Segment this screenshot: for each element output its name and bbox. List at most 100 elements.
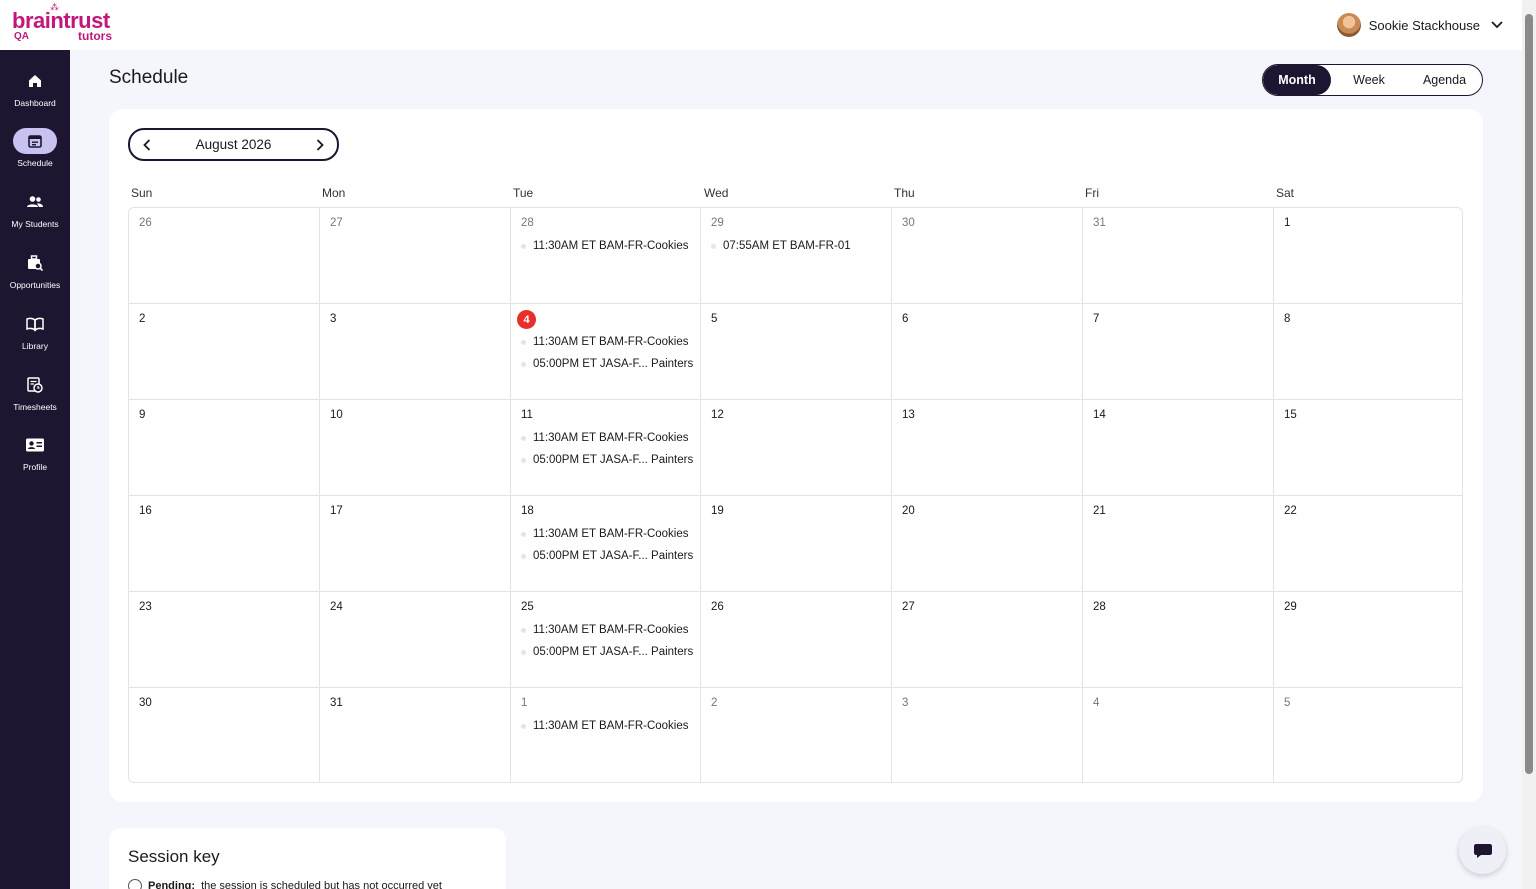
users-icon [13,189,57,215]
day-cell[interactable]: 24 [320,592,511,688]
event-dot-icon [521,723,526,729]
scrollbar[interactable] [1522,0,1536,889]
sidebar-item-my-students[interactable]: My Students [0,189,70,241]
day-number: 2 [139,313,146,325]
day-number: 2 [711,697,718,709]
day-cell[interactable]: 31 [320,688,511,782]
event-dot-icon [521,339,526,345]
calendar-event[interactable]: 11:30AM ET BAM-FR-Cookies [521,240,689,252]
day-cell[interactable]: 3 [892,688,1083,782]
day-number: 14 [1093,409,1106,421]
day-cell[interactable]: 25 11:30AM ET BAM-FR-Cookies 05:00PM ET JA… [511,592,701,688]
day-cell[interactable]: 14 [1083,400,1274,496]
day-cell[interactable]: 2 [701,688,892,782]
braintrust-logo[interactable]: ⁂ braintrust QA tutors [12,2,122,44]
page-title: Schedule [109,67,189,88]
day-number: 16 [139,505,152,517]
day-cell[interactable]: 31 [1083,208,1274,304]
day-cell[interactable]: 6 [892,304,1083,400]
calendar-event[interactable]: 05:00PM ET JASA-F... Painters [521,454,693,466]
day-number: 31 [330,697,343,709]
calendar-grid: 26 27 28 11:30AM ET BAM-FR-Cookies 29 07:55AM… [128,207,1463,783]
day-number: 18 [521,505,534,517]
day-number: 1 [521,697,528,709]
day-cell[interactable]: 5 [701,304,892,400]
session-key-label: Pending: [148,880,196,889]
day-cell[interactable]: 29 07:55AM ET BAM-FR-01 [701,208,892,304]
calendar-event[interactable]: 05:00PM ET JASA-F... Painters [521,646,693,658]
day-cell[interactable]: 26 [701,592,892,688]
day-cell[interactable]: 28 11:30AM ET BAM-FR-Cookies [511,208,701,304]
day-cell[interactable]: 12 [701,400,892,496]
day-cell[interactable]: 30 [892,208,1083,304]
day-cell[interactable]: 5 [1274,688,1462,782]
chevron-right-icon[interactable] [311,136,329,154]
view-month-button[interactable]: Month [1263,65,1331,95]
sidebar-item-profile[interactable]: Profile [0,432,70,484]
weekday-label: Mon [322,186,346,200]
day-cell[interactable]: 1 [1274,208,1462,304]
day-cell[interactable]: 27 [320,208,511,304]
day-cell[interactable]: 23 [129,592,320,688]
event-label: 05:00PM ET JASA-F... Painters [533,646,694,658]
calendar-event[interactable]: 11:30AM ET BAM-FR-Cookies [521,336,689,348]
day-number: 10 [330,409,343,421]
calendar-event[interactable]: 11:30AM ET BAM-FR-Cookies [521,528,689,540]
day-cell[interactable]: 7 [1083,304,1274,400]
day-cell[interactable]: 11 11:30AM ET BAM-FR-Cookies 05:00PM ET JA… [511,400,701,496]
calendar-event[interactable]: 07:55AM ET BAM-FR-01 [711,240,851,252]
calendar-event[interactable]: 11:30AM ET BAM-FR-Cookies [521,624,689,636]
user-menu[interactable]: Sookie Stackhouse [1336,13,1506,37]
chevron-down-icon[interactable] [1488,16,1506,34]
day-cell[interactable]: 8 [1274,304,1462,400]
day-cell[interactable]: 20 [892,496,1083,592]
day-number: 26 [139,217,152,229]
sidebar-item-schedule[interactable]: Schedule [0,128,70,180]
view-agenda-button[interactable]: Agenda [1407,65,1482,95]
day-cell[interactable]: 16 [129,496,320,592]
day-cell[interactable]: 9 [129,400,320,496]
sidebar-item-timesheets[interactable]: Timesheets [0,372,70,424]
day-cell[interactable]: 13 [892,400,1083,496]
calendar-card: August 2026 Sun Mon Tue Wed Thu Fri Sat 26 27 28… [109,109,1483,802]
day-cell[interactable]: 22 [1274,496,1462,592]
briefcase-search-icon [13,250,57,276]
chat-button[interactable] [1459,827,1506,874]
day-cell[interactable]: 15 [1274,400,1462,496]
day-number: 26 [711,601,724,613]
day-cell[interactable]: 4 11:30AM ET BAM-FR-Cookies 05:00PM ET JAS… [511,304,701,400]
session-key-card: Session key Pending: the session is sche… [109,828,506,889]
calendar-event[interactable]: 11:30AM ET BAM-FR-Cookies [521,720,689,732]
sidebar-item-label: Opportunities [9,280,61,290]
chevron-left-icon[interactable] [138,136,156,154]
sidebar-item-dashboard[interactable]: Dashboard [0,68,70,120]
day-cell[interactable]: 27 [892,592,1083,688]
day-number: 3 [902,697,909,709]
day-cell[interactable]: 10 [320,400,511,496]
sidebar-item-opportunities[interactable]: Opportunities [0,250,70,302]
sidebar-item-library[interactable]: Library [0,311,70,363]
day-cell[interactable]: 28 [1083,592,1274,688]
day-cell[interactable]: 26 [129,208,320,304]
event-label: 11:30AM ET BAM-FR-Cookies [533,624,689,636]
calendar-event[interactable]: 05:00PM ET JASA-F... Painters [521,358,693,370]
view-week-button[interactable]: Week [1331,65,1407,95]
day-cell[interactable]: 18 11:30AM ET BAM-FR-Cookies 05:00PM ET JA… [511,496,701,592]
sidebar-item-label: Dashboard [14,98,56,108]
day-cell[interactable]: 19 [701,496,892,592]
scrollbar-thumb[interactable] [1525,14,1533,774]
month-navigator: August 2026 [128,128,339,161]
day-cell[interactable]: 21 [1083,496,1274,592]
day-number: 7 [1093,313,1100,325]
day-cell[interactable]: 29 [1274,592,1462,688]
day-cell[interactable]: 1 11:30AM ET BAM-FR-Cookies [511,688,701,782]
day-cell[interactable]: 4 [1083,688,1274,782]
day-cell[interactable]: 3 [320,304,511,400]
day-number: 13 [902,409,915,421]
day-number: 29 [1284,601,1297,613]
day-cell[interactable]: 2 [129,304,320,400]
calendar-event[interactable]: 05:00PM ET JASA-F... Painters [521,550,693,562]
calendar-event[interactable]: 11:30AM ET BAM-FR-Cookies [521,432,689,444]
day-cell[interactable]: 17 [320,496,511,592]
day-cell[interactable]: 30 [129,688,320,782]
